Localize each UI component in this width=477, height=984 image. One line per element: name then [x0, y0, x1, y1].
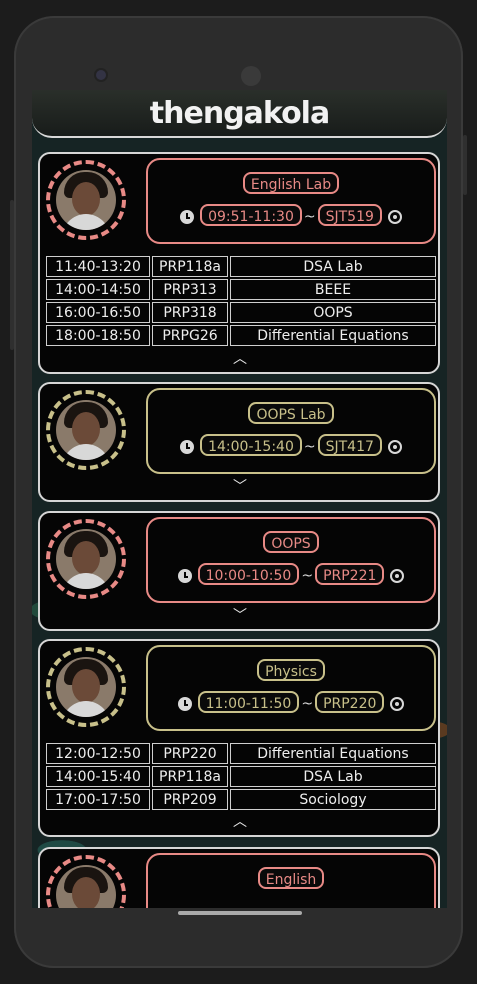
avatar-ring: [46, 390, 126, 470]
current-class-panel: OOPS 10:00-10:50 ~ PRP221: [146, 517, 436, 603]
subject-label: OOPS Lab: [248, 402, 334, 424]
location-target-icon[interactable]: [390, 569, 405, 583]
clock-icon: [180, 440, 195, 454]
schedule-room: PRPG26: [152, 325, 228, 346]
avatar: [56, 529, 116, 589]
app-screen[interactable]: thengakola English Lab 09:51-11:30 ~ SJT51…: [32, 90, 447, 908]
time-label: 09:51-11:30: [200, 204, 302, 226]
avatar: [56, 865, 116, 908]
schedule-table: 12:00-12:50 PRP220 Differential Equations …: [44, 741, 438, 812]
chevron-down-icon[interactable]: ﹀: [230, 609, 250, 623]
subject-label: Physics: [257, 659, 325, 681]
power-button: [463, 135, 467, 195]
schedule-time: 18:00-18:50: [46, 325, 150, 346]
subject-label: English: [257, 867, 325, 889]
table-row: 14:00-15:40 PRP118a DSA Lab: [46, 766, 436, 787]
schedule-time: 11:40-13:20: [46, 256, 150, 277]
clock-icon: [180, 210, 195, 224]
schedule-time: 16:00-16:50: [46, 302, 150, 323]
schedule-subject: Sociology: [230, 789, 436, 810]
table-row: 17:00-17:50 PRP209 Sociology: [46, 789, 436, 810]
schedule-subject: OOPS: [230, 302, 436, 323]
subject-label: OOPS: [263, 531, 319, 553]
schedule-room: PRP313: [152, 279, 228, 300]
schedule-table: 11:40-13:20 PRP118a DSA Lab 14:00-14:50 PRP…: [44, 254, 438, 348]
schedule-room: PRP220: [152, 743, 228, 764]
chevron-up-icon[interactable]: ︿: [230, 815, 250, 829]
schedule-room: PRP118a: [152, 766, 228, 787]
room-label: PRP220: [315, 691, 385, 713]
timetable-card[interactable]: Physics 11:00-11:50 ~ PRP220 12:00-12:50 PR…: [38, 639, 440, 837]
schedule-subject: DSA Lab: [230, 256, 436, 277]
schedule-room: PRP318: [152, 302, 228, 323]
location-target-icon[interactable]: [387, 210, 402, 224]
avatar-ring: [46, 519, 126, 599]
clock-icon: [177, 569, 192, 583]
timetable-card[interactable]: OOPS Lab 14:00-15:40 ~ SJT417 ﹀: [38, 382, 440, 502]
schedule-time: 17:00-17:50: [46, 789, 150, 810]
schedule-subject: Differential Equations: [230, 743, 436, 764]
avatar: [56, 657, 116, 717]
avatar-ring: [46, 647, 126, 727]
earpiece-speaker: [241, 66, 261, 86]
schedule-subject: BEEE: [230, 279, 436, 300]
chevron-up-icon[interactable]: ︿: [230, 352, 250, 366]
location-target-icon[interactable]: [387, 440, 402, 454]
table-row: 12:00-12:50 PRP220 Differential Equations: [46, 743, 436, 764]
current-class-panel: OOPS Lab 14:00-15:40 ~ SJT417: [146, 388, 436, 474]
app-header: thengakola: [32, 90, 447, 138]
avatar-ring: [46, 855, 126, 908]
front-camera: [96, 70, 106, 80]
avatar: [56, 400, 116, 460]
room-label: SJT519: [317, 204, 382, 226]
schedule-time: 14:00-15:40: [46, 766, 150, 787]
schedule-time: 12:00-12:50: [46, 743, 150, 764]
timetable-card[interactable]: English Lab 09:51-11:30 ~ SJT519 11:40-13:…: [38, 152, 440, 374]
timetable-card[interactable]: English: [38, 847, 440, 908]
chevron-down-icon[interactable]: ﹀: [230, 480, 250, 494]
current-class-panel: Physics 11:00-11:50 ~ PRP220: [146, 645, 436, 731]
clock-icon: [177, 697, 192, 711]
app-title: thengakola: [149, 96, 330, 131]
table-row: 16:00-16:50 PRP318 OOPS: [46, 302, 436, 323]
schedule-time: 14:00-14:50: [46, 279, 150, 300]
home-indicator[interactable]: [178, 911, 302, 915]
schedule-subject: Differential Equations: [230, 325, 436, 346]
volume-button: [10, 200, 14, 350]
schedule-room: PRP118a: [152, 256, 228, 277]
current-class-panel: English Lab 09:51-11:30 ~ SJT519: [146, 158, 436, 244]
timetable-card[interactable]: OOPS 10:00-10:50 ~ PRP221 ﹀: [38, 511, 440, 631]
room-label: SJT417: [317, 434, 382, 456]
subject-label: English Lab: [242, 172, 340, 194]
schedule-subject: DSA Lab: [230, 766, 436, 787]
table-row: 11:40-13:20 PRP118a DSA Lab: [46, 256, 436, 277]
schedule-room: PRP209: [152, 789, 228, 810]
location-target-icon[interactable]: [390, 697, 405, 711]
avatar-ring: [46, 160, 126, 240]
time-label: 14:00-15:40: [200, 434, 302, 456]
room-label: PRP221: [315, 563, 385, 585]
current-class-panel: English: [146, 853, 436, 908]
time-label: 11:00-11:50: [197, 691, 300, 713]
table-row: 14:00-14:50 PRP313 BEEE: [46, 279, 436, 300]
avatar: [56, 170, 116, 230]
time-label: 10:00-10:50: [197, 563, 300, 585]
table-row: 18:00-18:50 PRPG26 Differential Equations: [46, 325, 436, 346]
